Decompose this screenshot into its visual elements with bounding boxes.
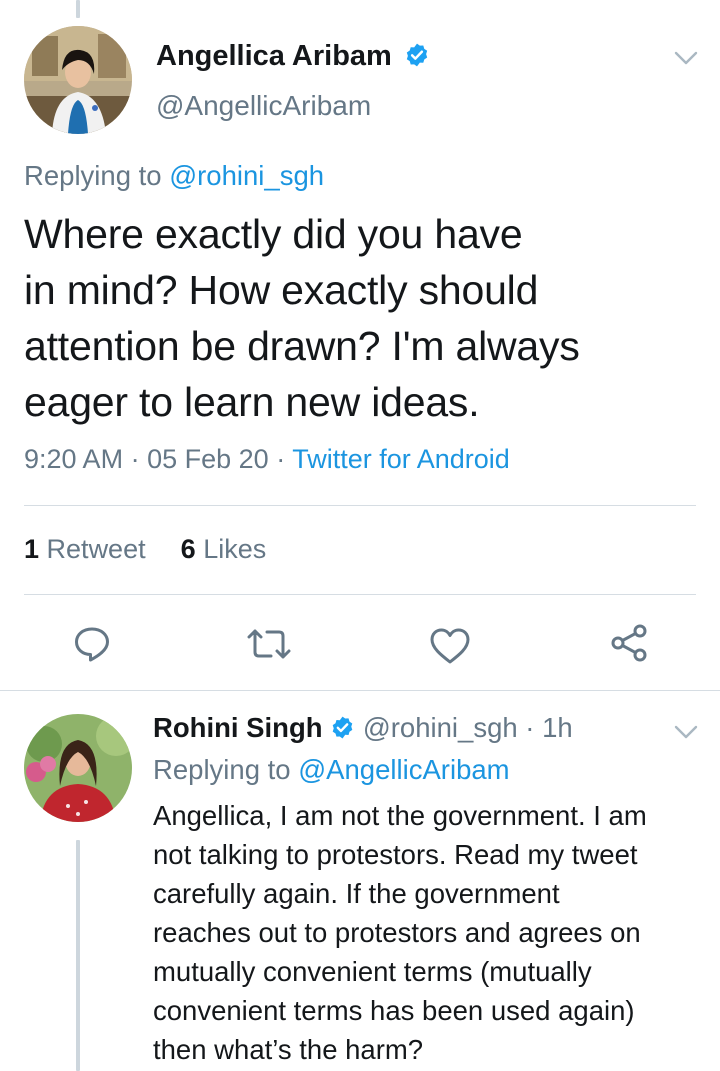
reply-author-avatar[interactable] [24,714,132,822]
like-stat[interactable]: 6 Likes [181,534,267,564]
tweet-text: Where exactly did you have in mind? How … [24,206,684,430]
reply-text-line: mutually convenient terms (mutually [153,956,592,987]
reply-replying-to: Replying to @AngellicAribam [153,754,510,786]
tweet-text-line: eager to learn new ideas. [24,379,480,425]
tweet-date: 05 Feb 20 [147,444,269,474]
author-name[interactable]: Angellica Aribam [156,40,430,73]
replying-to-prefix: Replying to [24,160,162,191]
replying-to-prefix: Replying to [153,754,291,785]
verified-badge-icon [406,43,428,67]
reply-icon[interactable] [72,624,112,664]
reply-text: Angellica, I am not the government. I am… [153,796,698,1069]
replying-to-link[interactable]: @rohini_sgh [169,160,324,191]
divider [24,594,696,595]
replying-to: Replying to @rohini_sgh [24,160,324,192]
tweet-text-line: in mind? How exactly should [24,267,539,313]
tweet-stats: 1 Retweet 6 Likes [24,534,266,565]
reply-author-name[interactable]: Rohini Singh [153,712,323,743]
verified-badge-icon [332,716,353,739]
tweet-text-line: Where exactly did you have [24,211,523,257]
tweet-source-link[interactable]: Twitter for Android [292,444,510,474]
reply-text-line: then what’s the harm? [153,1034,424,1065]
like-icon[interactable] [429,626,471,666]
author-handle[interactable]: @AngellicAribam [156,90,371,122]
retweet-count: 1 [24,534,40,564]
thread-line-bottom [76,840,80,1071]
section-divider [0,690,720,691]
reply-text-line: not talking to protestors. Read my tweet [153,839,638,870]
thread-line-top [76,0,80,18]
retweet-label: Retweet [46,534,146,564]
tweet-meta: 9:20 AM · 05 Feb 20 · Twitter for Androi… [24,444,510,475]
meta-separator: · [130,444,140,474]
like-count: 6 [180,534,196,564]
tweet-text-line: attention be drawn? I'm always [24,323,580,369]
retweet-stat[interactable]: 1 Retweet [24,534,146,564]
reply-text-line: carefully again. If the government [153,878,560,909]
reply-text-line: reaches out to protestors and agrees on [153,917,641,948]
reply-text-line: convenient terms has been used again) [153,995,635,1026]
reply-text-line: Angellica, I am not the government. I am [153,800,647,831]
retweet-icon[interactable] [246,624,292,664]
replying-to-link[interactable]: @AngellicAribam [298,754,509,785]
share-icon[interactable] [609,622,651,664]
like-label: Likes [203,534,267,564]
author-avatar[interactable] [24,26,132,134]
chevron-down-icon[interactable] [674,50,698,66]
meta-separator: · [276,444,286,474]
tweet-time: 9:20 AM [24,444,124,474]
reply-author-handle[interactable]: @rohini_sgh [363,712,518,743]
chevron-down-icon[interactable] [674,724,698,740]
reply-time: · 1h [525,712,573,743]
reply-header: Rohini Singh @rohini_sgh · 1h [153,712,573,744]
divider [24,505,696,506]
author-name-text[interactable]: Angellica Aribam [156,40,392,72]
